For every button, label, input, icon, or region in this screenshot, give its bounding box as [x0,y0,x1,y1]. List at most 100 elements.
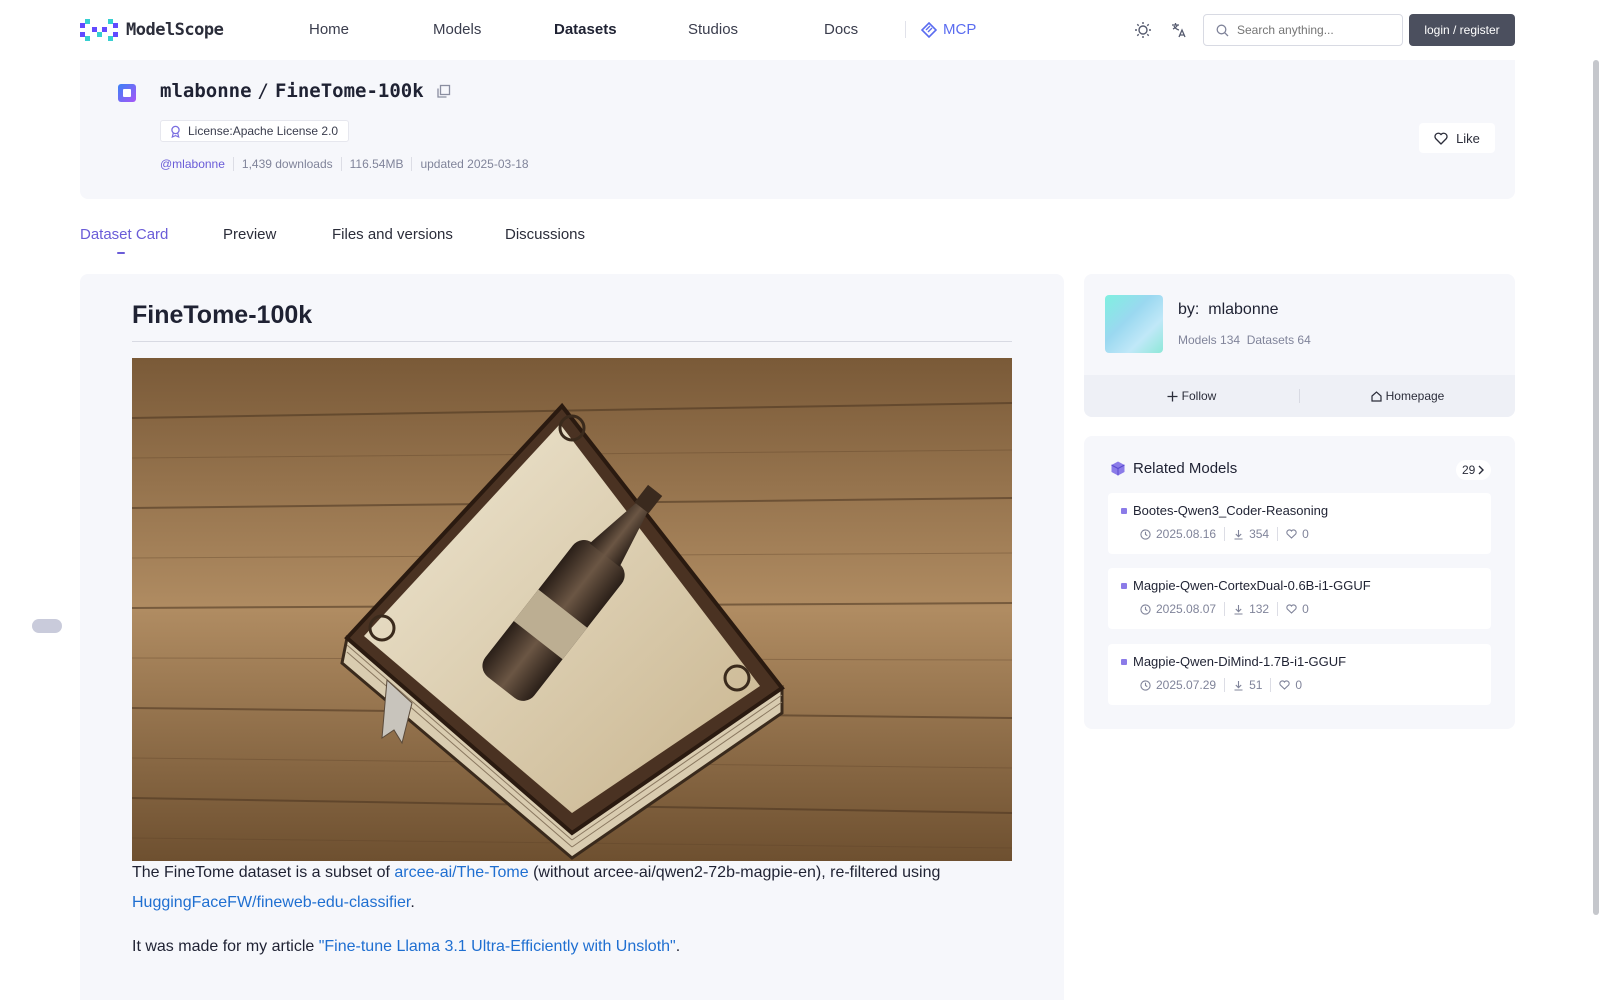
card-paragraph-1: The FineTome dataset is a subset of arce… [132,864,941,911]
author-handle-link[interactable]: @mlabonne [160,157,233,171]
related-models-card: Related Models 29 Bootes-Qwen3_Coder-Rea… [1084,436,1515,729]
nav-mcp[interactable]: MCP [921,21,976,38]
chevron-right-icon [1478,465,1485,475]
nav-datasets[interactable]: Datasets [554,21,617,38]
mcp-label: MCP [943,21,977,38]
the-tome-link[interactable]: arcee-ai/The-Tome [394,864,528,881]
related-model-item[interactable]: Magpie-Qwen-DiMind-1.7B-i1-GGUF 2025.07.… [1108,644,1491,705]
related-model-likes: 0 [1302,527,1309,541]
active-tab-indicator [117,252,125,254]
download-icon [1234,604,1243,615]
like-button[interactable]: Like [1419,123,1495,153]
author-card: by: mlabonne Models 134 Datasets 64 Foll… [1084,274,1515,417]
fineweb-edu-classifier-link[interactable]: HuggingFaceFW/fineweb-edu-classifier [132,894,410,911]
related-models-title: Related Models [1133,460,1238,477]
author-datasets-count: Datasets 64 [1246,333,1311,347]
related-model-downloads: 132 [1249,602,1270,616]
nav-docs[interactable]: Docs [824,21,858,38]
language-switch-icon[interactable] [1168,19,1190,41]
author-models-count: Models 134 [1178,333,1241,347]
nav-models[interactable]: Models [433,21,481,38]
model-bullet [1121,507,1127,514]
tab-dataset-card[interactable]: Dataset Card [80,226,168,243]
tab-files-and-versions[interactable]: Files and versions [332,226,453,243]
title-separator: / [257,80,269,102]
author-actions: Follow Homepage [1084,375,1515,417]
related-model-date: 2025.08.16 [1156,527,1217,541]
author-stats: Models 134 Datasets 64 [1178,333,1311,347]
login-register-button[interactable]: login / register [1409,14,1515,46]
dataset-icon [118,84,136,102]
related-count: 29 [1462,463,1476,477]
search-icon [1216,24,1229,36]
related-model-date: 2025.07.29 [1156,678,1217,692]
follow-label: Follow [1181,389,1217,403]
heart-icon [1286,604,1297,614]
author-byline: by: mlabonne [1178,301,1279,319]
floating-side-handle[interactable] [32,619,62,633]
homepage-label: Homepage [1385,389,1445,403]
dataset-card-content: FineTome-100k The FineTome dataset is a … [80,274,1064,1000]
dataset-name: FineTome-100k [274,80,424,102]
related-model-date: 2025.08.07 [1156,602,1217,616]
follow-button[interactable]: Follow [1084,389,1299,403]
license-icon [171,125,180,138]
dataset-title: mlabonne / FineTome-100k [160,80,451,102]
tab-preview[interactable]: Preview [223,226,276,243]
heart-icon [1279,680,1291,690]
dataset-header: mlabonne / FineTome-100k License:Apache … [80,60,1515,199]
homepage-button[interactable]: Homepage [1300,389,1515,403]
related-model-downloads: 51 [1249,678,1263,692]
related-models-count-link[interactable]: 29 [1456,460,1492,480]
downloads-count: 1,439 downloads [232,157,341,171]
by-label: by: [1178,301,1200,318]
related-models-header: Related Models [1111,460,1237,477]
dataset-size: 116.54MB [340,157,412,171]
article-link[interactable]: "Fine-tune Llama 3.1 Ultra-Efficiently w… [319,938,676,955]
plus-icon [1167,391,1178,401]
card-title: FineTome-100k [132,301,313,329]
card-paragraph-2: It was made for my article "Fine-tune Ll… [132,938,681,955]
logo-text: ModelScope [126,20,224,40]
related-model-likes: 0 [1295,678,1303,692]
dataset-hero-image [132,358,1012,861]
nav-studios[interactable]: Studios [688,21,738,38]
updated-date: updated 2025-03-18 [411,157,536,171]
related-model-item[interactable]: Bootes-Qwen3_Coder-Reasoning 2025.08.16 … [1108,493,1491,554]
related-model-item[interactable]: Magpie-Qwen-CortexDual-0.6B-i1-GGUF 2025… [1108,568,1491,629]
model-bullet [1121,658,1127,665]
related-model-name: Magpie-Qwen-DiMind-1.7B-i1-GGUF [1133,654,1347,669]
dataset-meta: @mlabonne 1,439 downloads 116.54MB updat… [160,157,537,171]
author-avatar[interactable] [1105,295,1163,353]
clock-icon [1140,679,1151,691]
top-navigation-bar: ModelScope Home Models Datasets Studios … [0,0,1600,60]
model-bullet [1121,582,1127,589]
like-label: Like [1456,130,1480,146]
dataset-owner[interactable]: mlabonne [160,80,252,102]
related-model-downloads: 354 [1249,527,1270,541]
cube-icon [1111,461,1125,476]
nav-home[interactable]: Home [309,21,349,38]
search-input[interactable] [1237,23,1387,37]
home-icon [1371,390,1382,402]
page-scrollbar[interactable] [1593,60,1599,915]
copy-icon[interactable] [436,84,451,99]
clock-icon [1140,528,1151,540]
theme-toggle-sun-icon[interactable] [1132,19,1154,41]
mcp-icon [921,21,937,38]
title-divider [132,341,1012,342]
author-name[interactable]: mlabonne [1208,301,1278,318]
heart-icon [1434,132,1448,145]
related-model-likes: 0 [1302,602,1309,616]
download-icon [1234,680,1243,691]
license-badge: License:Apache License 2.0 [160,120,350,142]
search-box[interactable] [1203,14,1403,46]
modelscope-logo[interactable]: ModelScope [80,19,224,41]
related-model-name: Bootes-Qwen3_Coder-Reasoning [1133,503,1329,518]
clock-icon [1140,603,1151,615]
license-text: License:Apache License 2.0 [188,124,339,138]
related-model-name: Magpie-Qwen-CortexDual-0.6B-i1-GGUF [1133,578,1371,593]
logo-icon [80,19,118,41]
tab-discussions[interactable]: Discussions [505,226,585,243]
download-icon [1234,529,1243,540]
